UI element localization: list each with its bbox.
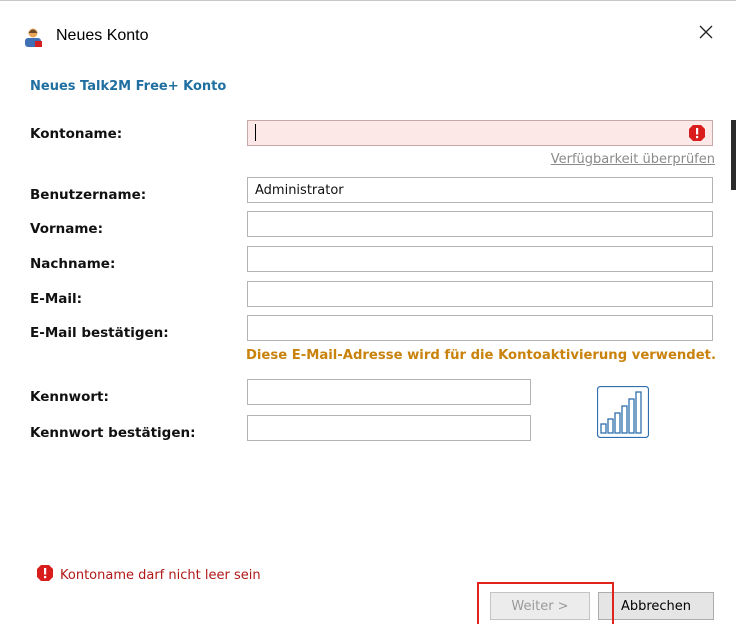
text-caret xyxy=(255,124,256,141)
password-label: Kennwort: xyxy=(30,389,109,405)
validation-message-text: Kontoname darf nicht leer sein xyxy=(60,567,261,583)
close-icon xyxy=(698,24,714,44)
email-confirm-label: E-Mail bestätigen: xyxy=(30,325,169,341)
password-input[interactable] xyxy=(247,379,531,405)
email-activation-note: Diese E-Mail-Adresse wird für die Kontoa… xyxy=(245,348,716,363)
email-confirm-input[interactable] xyxy=(247,315,713,341)
email-label: E-Mail: xyxy=(30,291,83,307)
username-input[interactable] xyxy=(247,177,713,203)
form-subtitle: Neues Talk2M Free+ Konto xyxy=(30,79,227,94)
first-name-label: Vorname: xyxy=(30,221,103,237)
last-name-input[interactable] xyxy=(247,246,713,272)
first-name-input[interactable] xyxy=(247,211,713,237)
close-button[interactable] xyxy=(686,17,726,51)
account-name-label: Kontoname: xyxy=(30,126,123,142)
password-confirm-input[interactable] xyxy=(247,415,531,441)
check-availability-link[interactable]: Verfügbarkeit überprüfen xyxy=(510,152,715,167)
error-icon xyxy=(688,124,706,142)
password-confirm-label: Kennwort bestätigen: xyxy=(30,425,196,441)
email-input[interactable] xyxy=(247,281,713,307)
user-account-icon xyxy=(22,27,44,49)
last-name-label: Nachname: xyxy=(30,256,116,272)
username-label: Benutzername: xyxy=(30,187,147,203)
title-bar: Neues Konto xyxy=(0,1,736,47)
error-icon xyxy=(36,564,54,586)
password-strength-bars-icon xyxy=(596,385,650,439)
validation-message: Kontoname darf nicht leer sein xyxy=(36,564,261,586)
account-name-input[interactable] xyxy=(247,120,713,146)
highlight-box xyxy=(477,582,614,624)
background-window-edge xyxy=(731,120,736,190)
cancel-button[interactable]: Abbrechen xyxy=(598,592,714,620)
window-title: Neues Konto xyxy=(56,27,149,44)
